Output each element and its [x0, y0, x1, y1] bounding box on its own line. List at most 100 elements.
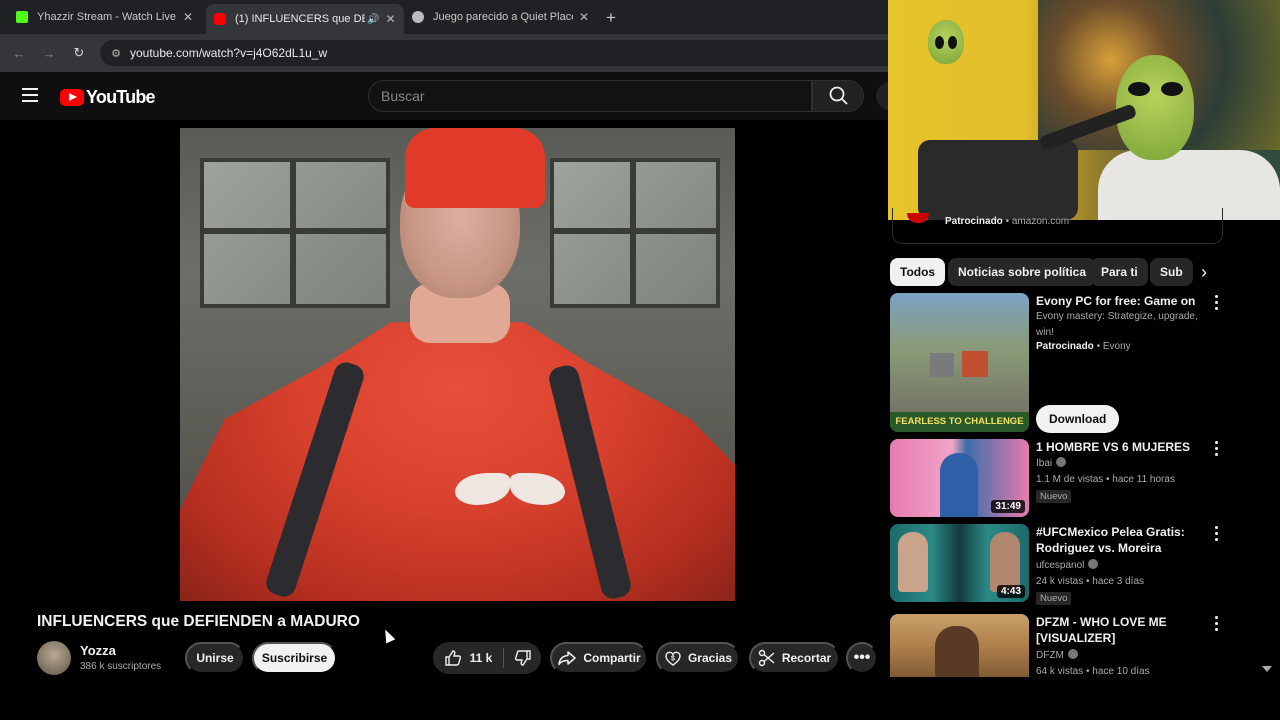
- scissors-icon: [758, 649, 775, 667]
- recommendation-ad[interactable]: FEARLESS TO CHALLENGE Evony PC for free:…: [890, 293, 1230, 438]
- rec-stats: 24 k vistas • hace 3 días: [1036, 576, 1145, 587]
- browser-tab-kick[interactable]: Yhazzir Stream - Watch Live on ✕: [8, 4, 201, 30]
- tab-close-icon[interactable]: ✕: [183, 10, 193, 24]
- google-favicon-icon: [412, 11, 424, 23]
- search-button[interactable]: [812, 80, 864, 112]
- more-vert-icon[interactable]: [1212, 526, 1220, 544]
- rec-sponsored: Patrocinado: [1036, 341, 1094, 352]
- verified-icon: [1056, 457, 1067, 467]
- more-vert-icon[interactable]: [1212, 441, 1220, 459]
- search-box: [368, 80, 812, 112]
- youtube-favicon-icon: [214, 13, 226, 25]
- video-title: INFLUENCERS que DEFIENDEN a MADURO: [37, 613, 360, 630]
- browser-toolbar: ← → ↻ ⚙ youtube.com/watch?v=j4O62dL1u_w: [0, 34, 890, 72]
- more-vert-icon[interactable]: [1212, 616, 1220, 634]
- verified-icon: [1067, 649, 1078, 659]
- channel-avatar[interactable]: [37, 641, 71, 675]
- more-vert-icon[interactable]: [1212, 295, 1220, 313]
- forward-arrow-icon[interactable]: →: [34, 46, 64, 61]
- join-button[interactable]: Unirse: [185, 642, 245, 674]
- recommendation-item[interactable]: 4:43 #UFCMexico Pelea Gratis: Rodriguez …: [890, 524, 1230, 605]
- new-badge: Nuevo: [1036, 592, 1072, 605]
- thumbs-down-icon: [514, 650, 531, 666]
- verified-icon: [1088, 559, 1099, 569]
- rec-title[interactable]: 1 HOMBRE VS 6 MUJERES: [1036, 439, 1206, 455]
- recommendation-item[interactable]: 31:49 1 HOMBRE VS 6 MUJERES Ibai 1.1 M d…: [890, 439, 1230, 519]
- browser-tab-google[interactable]: Juego parecido a Quiet Place ✕: [404, 4, 597, 30]
- back-arrow-icon[interactable]: ←: [4, 46, 34, 61]
- clip-label: Recortar: [781, 651, 832, 665]
- scroll-down-arrow-icon[interactable]: [1262, 666, 1272, 672]
- thanks-label: Gracias: [687, 651, 733, 665]
- bottom-letterbox: [0, 677, 1280, 720]
- tab-title: (1) INFLUENCERS que DEFIE: [235, 13, 365, 25]
- address-bar[interactable]: ⚙ youtube.com/watch?v=j4O62dL1u_w: [100, 40, 890, 66]
- ad-thumbnail[interactable]: FEARLESS TO CHALLENGE: [890, 293, 1029, 432]
- youtube-logo[interactable]: YouTube: [60, 87, 156, 108]
- video-frame: [180, 128, 735, 601]
- share-arrow-icon: [558, 651, 577, 666]
- youtube-header: YouTube: [0, 72, 904, 120]
- browser-tab-youtube[interactable]: (1) INFLUENCERS que DEFIE 🔊 ✕: [206, 4, 404, 34]
- new-tab-button[interactable]: +: [606, 8, 616, 28]
- channel-name[interactable]: Yozza: [80, 643, 116, 658]
- alien-figurine: [928, 20, 964, 64]
- mouse-cursor: [380, 627, 396, 644]
- video-thumbnail[interactable]: 31:49: [890, 439, 1029, 517]
- search-input[interactable]: [369, 81, 799, 111]
- duration-badge: 31:49: [991, 500, 1025, 513]
- chip-todos[interactable]: Todos: [890, 258, 946, 286]
- chip-noticias[interactable]: Noticias sobre política: [948, 258, 1097, 286]
- thanks-button[interactable]: $ Gracias: [656, 642, 740, 674]
- sponsored-ad-card[interactable]: Patrocinado • amazon.com: [892, 208, 1223, 244]
- ad-thumb-caption: FEARLESS TO CHALLENGE: [890, 412, 1029, 432]
- rec-description: Evony mastery: Strategize, upgrade, win!: [1036, 311, 1198, 338]
- rec-title[interactable]: Evony PC for free: Game on: [1036, 293, 1206, 309]
- thumbs-up-icon: [444, 650, 461, 666]
- video-thumbnail[interactable]: 4:43: [890, 524, 1029, 602]
- kick-favicon-icon: [16, 11, 28, 23]
- rec-channel[interactable]: ufcespanol: [1036, 560, 1084, 571]
- url-text[interactable]: youtube.com/watch?v=j4O62dL1u_w: [130, 46, 327, 60]
- clip-button[interactable]: Recortar: [749, 642, 840, 674]
- more-actions-button[interactable]: •••: [846, 642, 878, 674]
- like-dislike-group: 11 k: [433, 642, 541, 674]
- speaker-icon[interactable]: 🔊: [367, 14, 379, 25]
- site-info-icon[interactable]: ⚙: [104, 47, 128, 60]
- chip-sub[interactable]: Sub: [1150, 258, 1193, 286]
- streamer-webcam: [888, 0, 1280, 220]
- share-button[interactable]: Compartir: [550, 642, 648, 674]
- rec-channel[interactable]: Ibai: [1036, 458, 1052, 469]
- video-thumbnail[interactable]: [890, 614, 1029, 677]
- rec-stats: 64 k vistas • hace 10 días: [1036, 666, 1150, 677]
- tab-close-icon[interactable]: ✕: [579, 10, 589, 24]
- rec-advertiser: Evony: [1102, 341, 1131, 352]
- new-badge: Nuevo: [1036, 490, 1072, 503]
- svg-text:$: $: [671, 656, 675, 663]
- video-player[interactable]: [37, 128, 877, 601]
- super-thanks-icon: $: [665, 651, 681, 666]
- browser-tab-bar: Yhazzir Stream - Watch Live on ✕ (1) INF…: [0, 0, 888, 34]
- tab-title: Yhazzir Stream - Watch Live on: [37, 11, 177, 23]
- ad-sponsored-label: Patrocinado: [945, 216, 1003, 227]
- menu-icon[interactable]: [22, 88, 38, 102]
- mustache-logo: [455, 473, 565, 513]
- chevron-right-icon[interactable]: ›: [1190, 258, 1218, 286]
- duration-badge: 4:43: [996, 585, 1025, 598]
- rec-channel[interactable]: DFZM: [1036, 650, 1064, 661]
- dislike-button[interactable]: [504, 642, 541, 674]
- chip-para-ti[interactable]: Para ti: [1091, 258, 1148, 286]
- download-button[interactable]: Download: [1036, 405, 1120, 433]
- like-button[interactable]: 11 k: [433, 642, 503, 674]
- search-icon: [829, 86, 848, 105]
- tab-title: Juego parecido a Quiet Place: [433, 11, 573, 23]
- like-count: 11 k: [469, 651, 493, 665]
- tab-close-icon[interactable]: ✕: [385, 12, 395, 26]
- ad-domain: amazon.com: [1011, 216, 1070, 227]
- subscribe-button[interactable]: Suscribirse: [252, 642, 337, 674]
- rec-title[interactable]: DFZM - WHO LOVE ME [VISUALIZER]: [1036, 614, 1206, 646]
- recommendation-item[interactable]: DFZM - WHO LOVE ME [VISUALIZER] DFZM 64 …: [890, 614, 1230, 677]
- reload-icon[interactable]: ↻: [64, 45, 94, 61]
- more-horizontal-icon: •••: [853, 649, 871, 666]
- rec-title[interactable]: #UFCMexico Pelea Gratis: Rodriguez vs. M…: [1036, 524, 1206, 556]
